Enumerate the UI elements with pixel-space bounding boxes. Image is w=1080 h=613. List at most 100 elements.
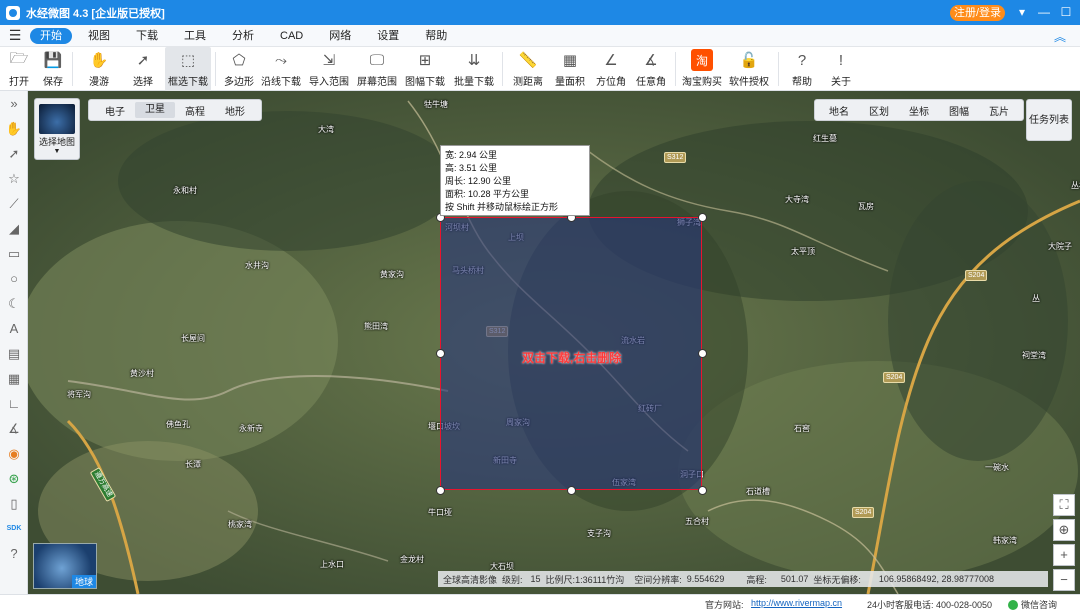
menu-cad[interactable]: CAD — [270, 28, 313, 44]
taobao-icon: 淘 — [691, 49, 713, 71]
text-icon[interactable]: A — [0, 316, 28, 341]
toolbar-label: 关于 — [831, 77, 851, 88]
overlay-coordinates[interactable]: 坐标 — [899, 103, 939, 118]
resize-handle-w[interactable] — [436, 349, 445, 358]
menu-settings[interactable]: 设置 — [367, 28, 409, 44]
toolbar-batch-download-button[interactable]: ⇊ 批量下载 — [450, 47, 498, 91]
angle-icon[interactable]: ∡ — [0, 416, 28, 441]
road-label: S204 — [852, 507, 875, 518]
toolbar-separator — [778, 52, 779, 86]
resize-handle-e[interactable] — [698, 349, 707, 358]
fullscreen-icon[interactable]: ⛶ — [1053, 494, 1075, 516]
toolbar-hand-button[interactable]: ✋ 漫游 — [77, 47, 121, 91]
link-icon[interactable]: ⊛ — [0, 466, 28, 491]
toolbar-screen-range-button[interactable]: 🖵 屏幕范围 — [354, 47, 400, 91]
toolbar-line-download-button[interactable]: ⤳ 沿线下载 — [258, 47, 304, 91]
menu-network[interactable]: 网络 — [319, 28, 361, 44]
place-name-label: 永新寺 — [239, 424, 263, 433]
menu-analysis[interactable]: 分析 — [222, 28, 264, 44]
overlay-districts[interactable]: 区划 — [859, 103, 899, 118]
window-menu-button[interactable]: ▾ — [1011, 0, 1033, 25]
rect-download-icon: ⬚ — [180, 52, 196, 69]
locate-icon[interactable]: ⊕ — [1053, 519, 1075, 541]
map-type-satellite[interactable]: 卫星 — [135, 102, 175, 118]
toolbar-polygon-button[interactable]: ⬠ 多边形 — [220, 47, 258, 91]
menu-start[interactable]: 开始 — [30, 27, 72, 44]
title-bar: 水经微图 4.3 [企业版已授权] 注册/登录 ▾ — ☐ ✕ — [0, 0, 1080, 25]
expand-icon[interactable]: » — [0, 91, 28, 116]
toolbar-label: 批量下载 — [454, 77, 494, 88]
map-type-terrain[interactable]: 地形 — [215, 103, 255, 118]
circle-icon[interactable]: ○ — [0, 266, 28, 291]
place-name-label: 金龙村 — [400, 555, 424, 564]
overlay-place-names[interactable]: 地名 — [819, 103, 859, 118]
toolbar-taobao-button[interactable]: 淘淘宝购买 — [680, 47, 724, 91]
place-name-label: 桃家湾 — [228, 520, 252, 529]
area-chart-icon[interactable]: ◢ — [0, 216, 28, 241]
login-button[interactable]: 注册/登录 — [950, 5, 1005, 21]
menu-tools[interactable]: 工具 — [174, 28, 216, 44]
side-toolbar: » ✋ ➚ ☆ ⟋ ◢ ▭ ○ ☾ A ▤ ▦ ∟ ∡ ◉ ⊛ ▯ SDK ? — [0, 91, 28, 594]
polyline-icon[interactable]: ⟋ — [0, 191, 28, 216]
hamburger-icon[interactable]: ☰ — [0, 27, 30, 44]
minimize-button[interactable]: — — [1033, 0, 1055, 25]
globe-minimap[interactable]: 地球 — [33, 543, 97, 589]
map-status-bar: 全球高清影像 级别: 15 比例尺: 1:36111竹沟 空间分辨率: 9.55… — [438, 571, 1048, 587]
website-link[interactable]: http://www.rivermap.cn — [751, 598, 842, 608]
status-scale-label: 比例尺: — [545, 574, 576, 585]
map-canvas[interactable]: 牯牛塘 大湾 永和村 水井沟 长屋间 黄沙村 将军沟 佛鱼孔 永新寺 长潭 桃家湾 上水口 金龙村 牛口垭… — [28, 91, 1080, 594]
resize-handle-sw[interactable] — [436, 486, 445, 495]
moon-icon[interactable]: ☾ — [0, 291, 28, 316]
place-name-label: 长屋间 — [181, 334, 205, 343]
angle-icon: ∡ — [644, 52, 658, 69]
toolbar-license-button[interactable]: 🔓 软件授权 — [724, 47, 774, 91]
map-type-electronic[interactable]: 电子 — [95, 103, 135, 118]
toolbar-ruler-button[interactable]: 📏 测距离 — [507, 47, 549, 91]
overlay-tiles[interactable]: 瓦片 — [979, 103, 1019, 118]
toolbar-cursor-button[interactable]: ➚ 选择 — [121, 47, 165, 91]
app-title: 水经微图 4.3 [企业版已授权] — [26, 7, 165, 20]
area-measure-icon[interactable]: ▦ — [0, 366, 28, 391]
resize-handle-s[interactable] — [567, 486, 576, 495]
toolbar-help-button[interactable]: ? 帮助 — [783, 47, 821, 91]
toolbar-save-button[interactable]: 💾 保存 — [38, 47, 68, 91]
ruler-icon[interactable]: ▤ — [0, 341, 28, 366]
status-coord: 106.95868492, 28.98777008 — [878, 574, 995, 584]
phone-icon[interactable]: ▯ — [0, 491, 28, 516]
menu-help[interactable]: 帮助 — [415, 28, 457, 44]
toolbar-azimuth-button[interactable]: ∠ 方位角 — [591, 47, 631, 91]
menu-view[interactable]: 视图 — [78, 28, 120, 44]
toolbar-label: 保存 — [43, 77, 63, 88]
hand-icon: ✋ — [89, 52, 109, 69]
task-list-button[interactable]: 任务列表 — [1026, 99, 1072, 141]
hand-icon[interactable]: ✋ — [0, 116, 28, 141]
toolbar-angle-button[interactable]: ∡ 任意角 — [631, 47, 671, 91]
collapse-ribbon-icon[interactable]: ︽ — [1054, 28, 1066, 45]
help-icon[interactable]: ? — [0, 541, 28, 566]
zoom-in-button[interactable]: + — [1053, 544, 1075, 566]
wechat-consult[interactable]: 微信咨询 — [1008, 598, 1057, 611]
select-map-button[interactable]: 选择地图 ▼ — [34, 98, 80, 160]
toolbar-import-range-button[interactable]: ⇲ 导入范围 — [304, 47, 354, 91]
toolbar-sheet-download-button[interactable]: ⊞ 图幅下载 — [400, 47, 450, 91]
cursor-icon[interactable]: ➚ — [0, 141, 28, 166]
rectangle-icon[interactable]: ▭ — [0, 241, 28, 266]
toolbar-info-button[interactable]: ! 关于 — [821, 47, 861, 91]
toolbar-rect-download-button[interactable]: ⬚ 框选下载 — [165, 47, 211, 91]
zoom-out-button[interactable]: − — [1053, 569, 1075, 591]
place-name-label: 红生墓 — [813, 134, 837, 143]
globe-icon[interactable]: ◉ — [0, 441, 28, 466]
toolbar-area-button[interactable]: ▦ 量面积 — [549, 47, 591, 91]
select-map-label: 选择地图 — [38, 137, 75, 147]
azimuth-icon[interactable]: ∟ — [0, 391, 28, 416]
resize-handle-se[interactable] — [698, 486, 707, 495]
map-type-elevation[interactable]: 高程 — [175, 103, 215, 118]
menu-download[interactable]: 下载 — [126, 28, 168, 44]
place-name-label: 一碗水 — [985, 463, 1009, 472]
star-icon[interactable]: ☆ — [0, 166, 28, 191]
overlay-sheets[interactable]: 图幅 — [939, 103, 979, 118]
toolbar-folder-button[interactable]: 🗁 打开 — [0, 47, 38, 91]
sdk-icon[interactable]: SDK — [0, 516, 28, 541]
place-name-label: 熊田湾 — [364, 322, 388, 331]
resize-handle-ne[interactable] — [698, 213, 707, 222]
